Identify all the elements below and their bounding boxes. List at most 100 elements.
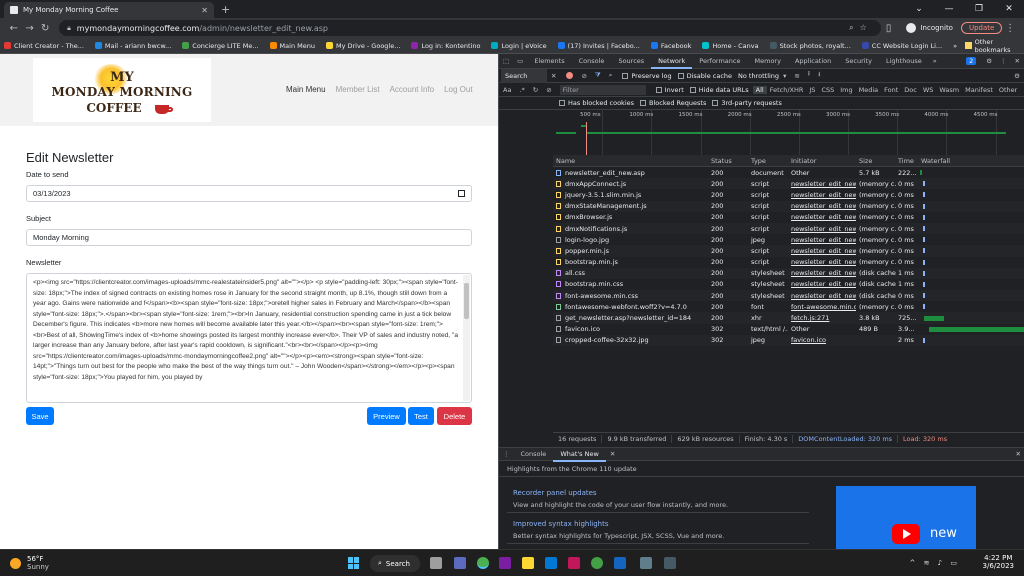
calendar-icon[interactable] <box>458 190 465 197</box>
import-har-icon[interactable]: ⭱ <box>804 70 814 81</box>
search-icon[interactable]: ⌕ <box>605 71 617 80</box>
search-drawer-tab[interactable]: Search <box>501 68 547 83</box>
app-icon[interactable] <box>568 557 580 569</box>
devtools-tab-security[interactable]: Security <box>838 54 879 69</box>
bookmark-item[interactable]: My Drive - Google... <box>325 42 400 50</box>
bookmark-item[interactable]: Log in: Kontentino <box>411 42 480 50</box>
new-tab-icon[interactable]: + <box>221 2 230 18</box>
whats-new-video-thumbnail[interactable]: new <box>836 486 976 549</box>
table-row[interactable]: login-logo.jpg 200 jpeg newsletter_edit_new… <box>553 234 1024 245</box>
task-view-icon[interactable] <box>430 557 442 569</box>
bookmark-item[interactable]: Login | eVoice <box>491 42 547 50</box>
devtools-tab-elements[interactable]: Elements <box>527 54 571 69</box>
clear-search-icon[interactable]: ⊘ <box>542 86 555 94</box>
lock-icon[interactable]: 🔒︎ <box>67 24 71 33</box>
minimize-icon[interactable]: — <box>934 0 964 18</box>
inspect-element-icon[interactable]: ⬚ <box>499 57 513 65</box>
chrome-app-icon[interactable] <box>477 557 489 569</box>
devtools-tab-performance[interactable]: Performance <box>692 54 747 69</box>
taskbar-clock[interactable]: 4:22 PM 3/6/2023 <box>983 554 1014 570</box>
regex-icon[interactable]: .* <box>515 86 528 94</box>
reload-icon[interactable]: ↻ <box>37 23 53 34</box>
wifi-icon[interactable]: ≋ <box>790 72 803 80</box>
kebab-menu-icon[interactable]: ⋮ <box>1002 23 1018 34</box>
side-panel-icon[interactable]: ▯ <box>881 23 897 34</box>
table-row[interactable]: favicon.ico 302 text/html /... Other 489 B 3.… <box>553 324 1024 335</box>
filter-type-doc[interactable]: Doc <box>901 86 920 94</box>
hide-data-urls-checkbox[interactable] <box>689 86 696 93</box>
bookmark-star-icon[interactable]: ⌕☆ <box>849 23 873 33</box>
table-row[interactable]: newsletter_edit_new.asp 200 document Other 5… <box>553 167 1024 178</box>
devtools-tab-sources[interactable]: Sources <box>611 54 651 69</box>
date-input[interactable]: 03/13/2023 <box>26 185 472 202</box>
search-close-icon[interactable]: ✕ <box>547 72 560 80</box>
table-row[interactable]: popper.min.js 200 script newsletter_edit_ne… <box>553 245 1024 257</box>
request-initiator[interactable]: newsletter_edit_new... <box>788 236 856 244</box>
newsletter-textarea[interactable]: <p><img src="https://clientcreator.com/i… <box>26 273 472 403</box>
filter-type-other[interactable]: Other <box>996 86 1020 94</box>
card-title[interactable]: Improved syntax highlights <box>513 520 803 528</box>
request-initiator[interactable]: newsletter_edit_new... <box>788 292 856 300</box>
col-status[interactable]: Status <box>708 157 748 165</box>
back-arrow-icon[interactable]: ← <box>6 23 22 34</box>
record-icon[interactable] <box>566 72 574 79</box>
close-tab-icon[interactable]: ✕ <box>201 6 208 15</box>
device-toolbar-icon[interactable]: ▭ <box>513 57 527 65</box>
blocked-requests-checkbox[interactable] <box>640 100 647 106</box>
close-devtools-icon[interactable]: ✕ <box>1011 57 1024 65</box>
drawer-menu-icon[interactable]: ⋮ <box>499 450 514 458</box>
textarea-scroll-thumb[interactable] <box>464 283 469 319</box>
devtools-tab-network[interactable]: Network <box>651 54 693 69</box>
request-initiator[interactable]: fetch.js:271 <box>788 314 856 322</box>
devtools-tab-lighthouse[interactable]: Lighthouse <box>879 54 929 69</box>
request-initiator[interactable]: newsletter_edit_new... <box>788 202 856 210</box>
outlook-app-icon[interactable] <box>545 557 557 569</box>
has-blocked-cookies-checkbox[interactable] <box>559 100 565 106</box>
textarea-scrollbar[interactable] <box>463 275 470 401</box>
file-explorer-icon[interactable] <box>522 557 534 569</box>
request-initiator[interactable]: newsletter_edit_new... <box>788 191 856 199</box>
col-time[interactable]: Time <box>896 157 918 165</box>
match-case-icon[interactable]: Aa <box>499 86 515 94</box>
chevron-down-icon[interactable]: ▾ <box>779 72 790 80</box>
invert-checkbox[interactable] <box>655 86 662 93</box>
export-har-icon[interactable]: ⭳ <box>814 70 824 81</box>
table-row[interactable]: fontawesome-webfont.woff2?v=4.7.0 200 font… <box>553 301 1024 312</box>
card-title[interactable]: Recorder panel updates <box>513 489 803 497</box>
bookmark-item[interactable]: Client Creator - The... <box>4 42 84 50</box>
table-row[interactable]: dmxNotifications.js 200 script newsletter_e… <box>553 222 1024 235</box>
delete-button[interactable]: Delete <box>437 407 472 425</box>
subject-input[interactable]: Monday Morning <box>26 229 472 246</box>
refresh-search-icon[interactable]: ↻ <box>529 86 542 94</box>
filter-type-manifest[interactable]: Manifest <box>962 86 996 94</box>
clear-icon[interactable]: ⊘ <box>577 72 590 80</box>
request-initiator[interactable]: Other <box>788 169 856 177</box>
address-bar[interactable]: 🔒︎ mymondaymorningcoffee.com /admin/news… <box>59 20 881 36</box>
site-logo[interactable]: MY MONDAY MORNING COFFEE <box>33 58 211 122</box>
drawer-tab-console[interactable]: Console <box>514 447 554 462</box>
close-drawer-icon[interactable]: ✕ <box>1012 450 1024 458</box>
devtools-tab-memory[interactable]: Memory <box>748 54 788 69</box>
table-row[interactable]: bootstrap.min.css 200 stylesheet newsletter… <box>553 279 1024 290</box>
drawer-tab-whats-new[interactable]: What's New <box>553 447 606 462</box>
whats-new-card[interactable]: Recorder panel updates View and highligh… <box>507 486 809 513</box>
test-button[interactable]: Test <box>408 407 434 425</box>
app-icon[interactable] <box>664 557 676 569</box>
table-row[interactable]: dmxAppConnect.js 200 script newsletter_edit… <box>553 178 1024 190</box>
filter-type-js[interactable]: JS <box>806 86 818 94</box>
other-bookmarks[interactable]: Other bookmarks <box>975 38 1020 54</box>
nav-log-out[interactable]: Log Out <box>444 85 472 94</box>
col-size[interactable]: Size <box>856 157 896 165</box>
request-initiator[interactable]: newsletter_edit_new... <box>788 247 856 255</box>
filter-input[interactable]: Filter <box>559 84 646 95</box>
bookmark-item[interactable]: Stock photos, royalt... <box>769 42 851 50</box>
tab-search-icon[interactable]: ⌄ <box>904 0 934 18</box>
bookmark-item[interactable]: (17) Invites | Facebo... <box>557 42 640 50</box>
filter-type-media[interactable]: Media <box>856 86 882 94</box>
incognito-indicator[interactable]: Incognito <box>906 23 953 33</box>
teams-chat-icon[interactable] <box>454 557 466 569</box>
nav-main-menu[interactable]: Main Menu <box>286 85 326 94</box>
devtools-tab-application[interactable]: Application <box>788 54 838 69</box>
network-settings-icon[interactable]: ⚙ <box>1010 72 1024 80</box>
request-initiator[interactable]: newsletter_edit_new... <box>788 269 856 277</box>
